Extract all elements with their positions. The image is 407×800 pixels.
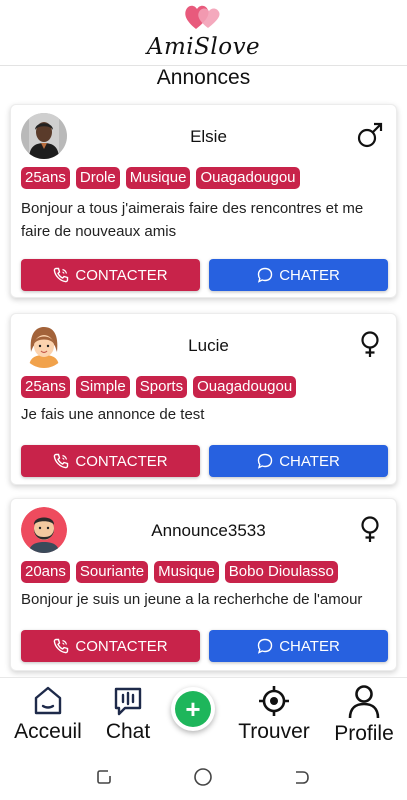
contact-label: CONTACTER [75, 266, 168, 284]
chat-label: CHATER [279, 637, 340, 655]
nav-label-profile: Profile [334, 722, 394, 745]
tag: Sports [135, 376, 188, 398]
phone-icon [54, 638, 69, 654]
app-header: AmiSlove [0, 0, 407, 66]
tag: Bobo Dioulasso [224, 561, 338, 583]
female-symbol-icon [361, 516, 379, 542]
announcement-card[interactable]: Announce3533 20ans Souriante Musique Bob… [10, 498, 397, 671]
avatar [21, 507, 67, 553]
card-description: Je fais une annonce de test [21, 406, 205, 423]
tag-list: 25ans Drole Musique Ouagadougou [21, 167, 300, 189]
tag: Simple [75, 376, 130, 398]
card-name: Announce3533 [151, 521, 266, 540]
avatar [21, 113, 67, 159]
recent-apps-icon[interactable] [93, 766, 115, 788]
female-symbol-icon [361, 331, 379, 357]
tag: 20ans [21, 561, 70, 583]
nav-item-profile[interactable]: Profile [329, 684, 399, 746]
contact-label: CONTACTER [75, 637, 168, 655]
add-announcement-button[interactable]: + [171, 687, 215, 731]
phone-icon [54, 267, 69, 283]
chat-label: CHATER [279, 452, 340, 470]
hearts-logo-icon [185, 5, 220, 30]
contact-button[interactable]: CONTACTER [21, 630, 200, 662]
back-icon[interactable] [290, 766, 312, 788]
card-description: Bonjour a tous j'aimerais faire des renc… [21, 200, 364, 240]
tag: Souriante [75, 561, 149, 583]
tag: 25ans [21, 167, 70, 189]
card-name: Lucie [188, 336, 229, 355]
chat-bubble-icon [258, 638, 273, 654]
nav-label-find: Trouver [238, 720, 310, 743]
tag: 25ans [21, 376, 70, 398]
user-icon [348, 685, 380, 719]
tag: Ouagadougou [196, 167, 300, 189]
nav-item-home[interactable]: Acceuil [10, 684, 86, 744]
chat-button[interactable]: CHATER [209, 445, 388, 477]
target-icon [259, 686, 289, 716]
tag: Musique [125, 167, 191, 189]
tag-list: 25ans Simple Sports Ouagadougou [21, 376, 297, 398]
chat-icon [114, 687, 142, 716]
nav-label-chat: Chat [105, 720, 151, 743]
male-symbol-icon [357, 122, 383, 148]
app-root: AmiSlove Annonces Elsie 25ans Drole Musi… [0, 0, 407, 800]
bottom-nav: Acceuil Chat + Trouver Profile [0, 677, 407, 750]
tag: Musique [154, 561, 219, 583]
brand-name: AmiSlove [146, 34, 261, 60]
chat-label: CHATER [279, 266, 340, 284]
announcement-card[interactable]: Lucie 25ans Simple Sports Ouagadougou Je… [10, 313, 397, 485]
card-description: Bonjour je suis un jeune a la recherhche… [21, 591, 363, 608]
nav-label-home: Acceuil [14, 720, 82, 743]
contact-button[interactable]: CONTACTER [21, 259, 200, 291]
chat-button[interactable]: CHATER [209, 259, 388, 291]
home-icon [34, 686, 62, 715]
system-nav-bar [0, 750, 407, 800]
nav-item-chat[interactable]: Chat [103, 684, 153, 744]
chat-button[interactable]: CHATER [209, 630, 388, 662]
home-circle-icon[interactable] [192, 766, 214, 788]
tag: Ouagadougou [193, 376, 297, 398]
tag: Drole [75, 167, 120, 189]
contact-label: CONTACTER [75, 452, 168, 470]
plus-icon: + [175, 691, 211, 727]
avatar [21, 322, 67, 368]
tag-list: 20ans Souriante Musique Bobo Dioulasso [21, 561, 338, 583]
page-title: Annonces [156, 66, 251, 89]
card-name: Elsie [190, 127, 227, 146]
contact-button[interactable]: CONTACTER [21, 445, 200, 477]
chat-bubble-icon [258, 453, 273, 469]
chat-bubble-icon [258, 267, 273, 283]
announcement-card[interactable]: Elsie 25ans Drole Musique Ouagadougou Bo… [10, 104, 397, 298]
nav-item-find[interactable]: Trouver [234, 684, 314, 744]
phone-icon [54, 453, 69, 469]
